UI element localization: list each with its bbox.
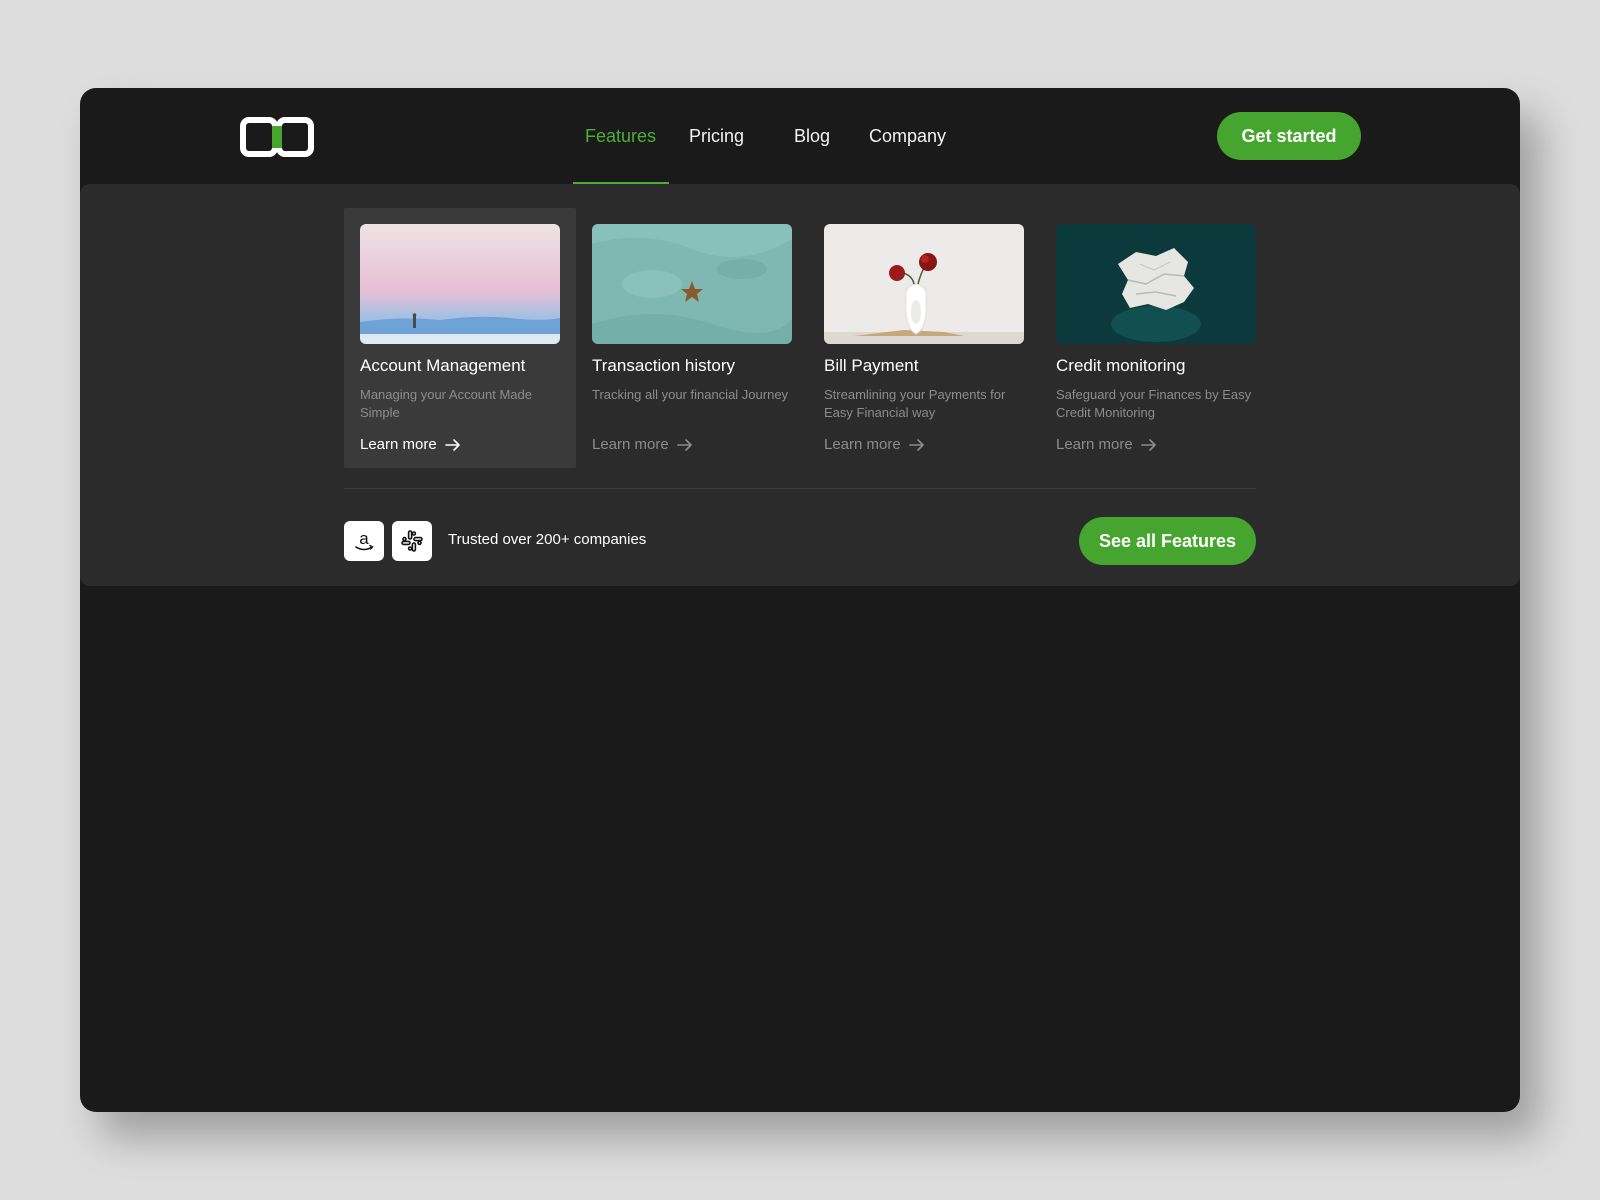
app-window: Features Pricing Blog Company Get starte…: [80, 88, 1520, 1112]
feature-card-transaction-history[interactable]: Transaction history Tracking all your fi…: [576, 208, 808, 468]
learn-more-link[interactable]: Learn more: [824, 436, 925, 453]
get-started-button[interactable]: Get started: [1217, 112, 1361, 160]
card-title: Transaction history: [592, 356, 735, 375]
nav-pricing[interactable]: Pricing: [689, 88, 744, 184]
transaction-history-image: [592, 224, 792, 344]
card-description: Streamlining your Payments for Easy Fina…: [824, 387, 1006, 420]
learn-more-label: Learn more: [1056, 436, 1133, 453]
feature-card-bill-payment[interactable]: Bill Payment Streamlining your Payments …: [808, 208, 1040, 468]
feature-card-account-management[interactable]: Account Management Managing your Account…: [344, 208, 576, 468]
trusted-companies-text: Trusted over 200+ companies: [448, 531, 647, 548]
learn-more-link[interactable]: Learn more: [1056, 436, 1157, 453]
learn-more-label: Learn more: [824, 436, 901, 453]
see-all-features-button[interactable]: See all Features: [1079, 517, 1256, 565]
card-title: Account Management: [360, 356, 526, 375]
learn-more-link[interactable]: Learn more: [360, 436, 461, 453]
top-navigation-bar: Features Pricing Blog Company Get starte…: [80, 88, 1520, 184]
arrow-right-icon: [676, 438, 693, 452]
learn-more-label: Learn more: [592, 436, 669, 453]
feature-card-credit-monitoring[interactable]: Credit monitoring Safeguard your Finance…: [1040, 208, 1272, 468]
amazon-logo-icon: a: [344, 521, 384, 561]
brand-logo[interactable]: [240, 117, 314, 157]
card-description: Tracking all your financial Journey: [592, 387, 789, 402]
nav-features[interactable]: Features: [585, 88, 656, 184]
features-dropdown-panel: Account Management Managing your Account…: [80, 184, 1520, 586]
nav-blog[interactable]: Blog: [794, 88, 830, 184]
arrow-right-icon: [444, 438, 461, 452]
learn-more-label: Learn more: [360, 436, 437, 453]
panel-divider: [344, 488, 1256, 489]
card-description: Safeguard your Finances by Easy Credit M…: [1056, 387, 1252, 420]
arrow-right-icon: [1140, 438, 1157, 452]
card-title: Bill Payment: [824, 356, 919, 375]
arrow-right-icon: [908, 438, 925, 452]
slack-logo-icon: [392, 521, 432, 561]
bill-payment-image: [824, 224, 1024, 344]
svg-text:a: a: [359, 529, 369, 548]
credit-monitoring-image: [1056, 224, 1256, 344]
account-management-image: [360, 224, 560, 344]
nav-company[interactable]: Company: [869, 88, 946, 184]
card-description: Managing your Account Made Simple: [360, 387, 532, 420]
learn-more-link[interactable]: Learn more: [592, 436, 693, 453]
card-title: Credit monitoring: [1056, 356, 1186, 375]
